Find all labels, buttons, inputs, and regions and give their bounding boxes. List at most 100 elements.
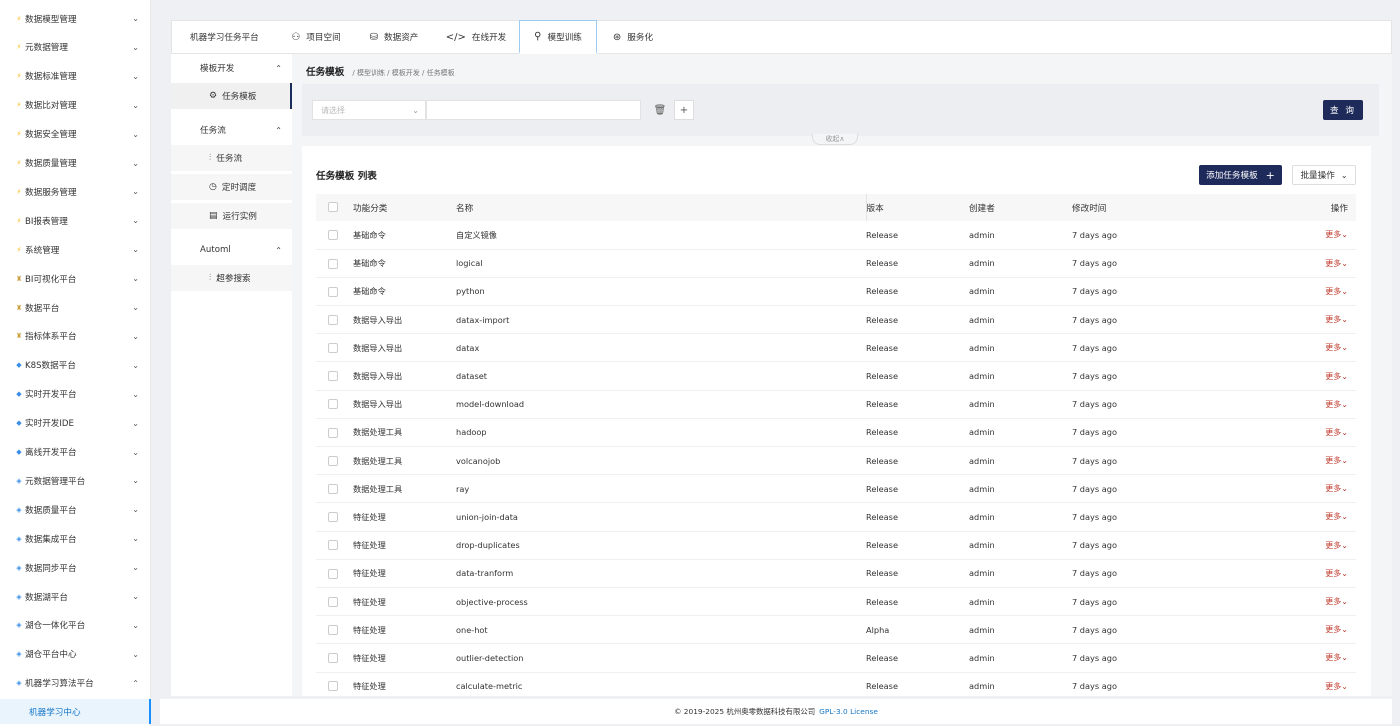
sidebar-item[interactable]: ◈ 数据湖平台 ⌄ [0,582,151,611]
chevron-down-icon: ⌄ [132,216,139,226]
more-actions-link[interactable]: 更多⌄ [1272,559,1356,588]
sidebar-item[interactable]: ◆ 实时开发平台 ⌄ [0,380,151,409]
sidebar-item[interactable]: ◈ 数据集成平台 ⌄ [0,524,151,553]
query-button[interactable]: 查 询 [1323,100,1363,120]
category-select[interactable]: 请选择 ⌄ [312,100,426,120]
row-checkbox[interactable] [316,502,353,532]
template-table: 功能分类 名称 版本 创建者 修改时间 操作 基础命令 自定义镜像 Release a… [316,194,1356,696]
subnav-item[interactable]: ◷ 定时调度 [171,174,292,200]
sidebar-item[interactable]: ⚡ 系统管理 ⌄ [0,235,151,264]
row-checkbox[interactable] [316,305,353,335]
more-actions-link[interactable]: 更多⌄ [1272,502,1356,532]
table-cell: admin [969,587,1072,617]
sidebar-item[interactable]: ◈ 机器学习算法平台 ⌃ [0,669,151,698]
sidebar-item[interactable]: ⚡ 数据标准管理 ⌄ [0,62,151,91]
row-checkbox[interactable] [316,221,353,250]
sidebar-item[interactable]: ⚡ 数据比对管理 ⌄ [0,91,151,120]
chevron-down-icon: ⌄ [132,447,139,457]
batch-actions-button[interactable]: 批量操作 ⌄ [1292,165,1356,185]
row-checkbox[interactable] [316,474,353,504]
row-checkbox[interactable] [316,672,353,696]
select-all-checkbox[interactable] [316,194,353,221]
tab-5[interactable]: ⊛ 服务化 [597,21,669,53]
tab-2[interactable]: ⛁ 数据资产 [355,21,433,53]
subnav-item-icon: ⫶ [209,153,212,163]
sidebar-item[interactable]: ♜ 数据平台 ⌄ [0,293,151,322]
sidebar-item[interactable]: ⚡ 数据安全管理 ⌄ [0,120,151,149]
more-actions-link[interactable]: 更多⌄ [1272,474,1356,504]
add-template-button[interactable]: 添加任务模板 + [1199,165,1282,185]
license-link[interactable]: GPL-3.0 License [819,707,878,716]
more-actions-link[interactable]: 更多⌄ [1272,587,1356,617]
sidebar-item[interactable]: ◈ 数据同步平台 ⌄ [0,553,151,582]
sidebar-item[interactable]: ⚡ 数据质量管理 ⌄ [0,149,151,178]
sidebar-item[interactable]: ♜ 指标体系平台 ⌄ [0,322,151,351]
more-actions-link[interactable]: 更多⌄ [1272,249,1356,278]
tab-1[interactable]: ⚇ 项目空间 [277,21,355,53]
row-checkbox[interactable] [316,531,353,560]
chevron-down-icon: ⌄ [1341,681,1348,691]
chevron-down-icon: ⌄ [132,274,139,284]
subnav-item[interactable]: ⚙ 任务模板 [171,83,292,109]
sidebar-item[interactable]: ◈ 数据质量平台 ⌄ [0,495,151,524]
more-actions-link[interactable]: 更多⌄ [1272,305,1356,335]
subnav-group[interactable]: 任务流 ⌃ [171,116,292,144]
more-actions-link[interactable]: 更多⌄ [1272,615,1356,645]
sidebar-item[interactable]: ⚡ 元数据管理 ⌄ [0,33,151,62]
more-actions-link[interactable]: 更多⌄ [1272,643,1356,673]
row-checkbox[interactable] [316,277,353,307]
more-actions-link[interactable]: 更多⌄ [1272,446,1356,476]
chevron-down-icon: ⌄ [1341,568,1348,578]
sidebar-item[interactable]: ◆ 离线开发平台 ⌄ [0,438,151,467]
row-checkbox[interactable] [316,249,353,278]
row-checkbox[interactable] [316,446,353,476]
sidebar-item[interactable]: ⚡ 数据服务管理 ⌄ [0,177,151,206]
row-checkbox[interactable] [316,559,353,588]
subnav-item-label: 任务流 [216,154,243,164]
row-checkbox[interactable] [316,643,353,673]
more-actions-link[interactable]: 更多⌄ [1272,333,1356,363]
subnav-item[interactable]: ⫶ 任务流 [171,145,292,171]
more-actions-link[interactable]: 更多⌄ [1272,277,1356,307]
row-checkbox[interactable] [316,587,353,617]
sidebar-item[interactable]: ♜ BI可视化平台 ⌄ [0,264,151,293]
chevron-down-icon: ⌄ [412,105,419,115]
subnav-group-label: 任务流 [200,126,226,136]
more-actions-link[interactable]: 更多⌄ [1272,221,1356,250]
more-actions-link[interactable]: 更多⌄ [1272,361,1356,391]
tab-3[interactable]: </> 在线开发 [433,21,519,53]
sidebar-item[interactable]: ◆ 实时开发IDE ⌄ [0,409,151,438]
sidebar-item[interactable]: ◆ K8S数据平台 ⌄ [0,351,151,380]
tab-4[interactable]: ⚲ 模型训练 [519,20,597,54]
sidebar-item[interactable]: ⚡ BI报表管理 ⌄ [0,206,151,235]
sidebar-item[interactable]: ◈ 元数据管理平台 ⌄ [0,466,151,495]
search-input[interactable] [426,100,641,120]
row-checkbox[interactable] [316,333,353,363]
subnav-item[interactable]: ▤ 运行实例 [171,203,292,229]
more-label: 更多 [1325,427,1342,437]
sidebar-item[interactable]: ◈ 湖仓一体化平台 ⌄ [0,611,151,640]
subnav-item[interactable]: ⫶ 超参搜索 [171,265,292,291]
more-actions-link[interactable]: 更多⌄ [1272,531,1356,560]
collapse-toggle[interactable]: 收起∧ [812,134,858,145]
row-checkbox[interactable] [316,418,353,448]
row-checkbox[interactable] [316,615,353,645]
subnav-group[interactable]: 模板开发 ⌃ [171,54,292,82]
more-actions-link[interactable]: 更多⌄ [1272,418,1356,448]
subnav-group[interactable]: Automl ⌃ [171,236,292,264]
menu-icon: ⚡ [16,72,22,81]
table-cell: 数据导入导出 [353,390,456,419]
delete-icon[interactable]: 🗑 [650,100,670,120]
sidebar-item[interactable]: ⚡ 数据模型管理 ⌄ [0,4,151,33]
row-checkbox[interactable] [316,390,353,419]
table-cell: 数据处理工具 [353,446,456,476]
sidebar-item[interactable]: ◈ 湖仓平台中心 ⌄ [0,640,151,669]
sidebar-item-label: 元数据管理平台 [25,476,86,487]
sidebar-sub-item-ml-center[interactable]: 机器学习中心 [0,699,151,724]
table-cell: 7 days ago [1072,305,1272,335]
chevron-down-icon: ⌄ [132,71,139,81]
add-filter-button[interactable]: + [674,100,694,120]
row-checkbox[interactable] [316,361,353,391]
more-actions-link[interactable]: 更多⌄ [1272,672,1356,696]
more-actions-link[interactable]: 更多⌄ [1272,390,1356,419]
